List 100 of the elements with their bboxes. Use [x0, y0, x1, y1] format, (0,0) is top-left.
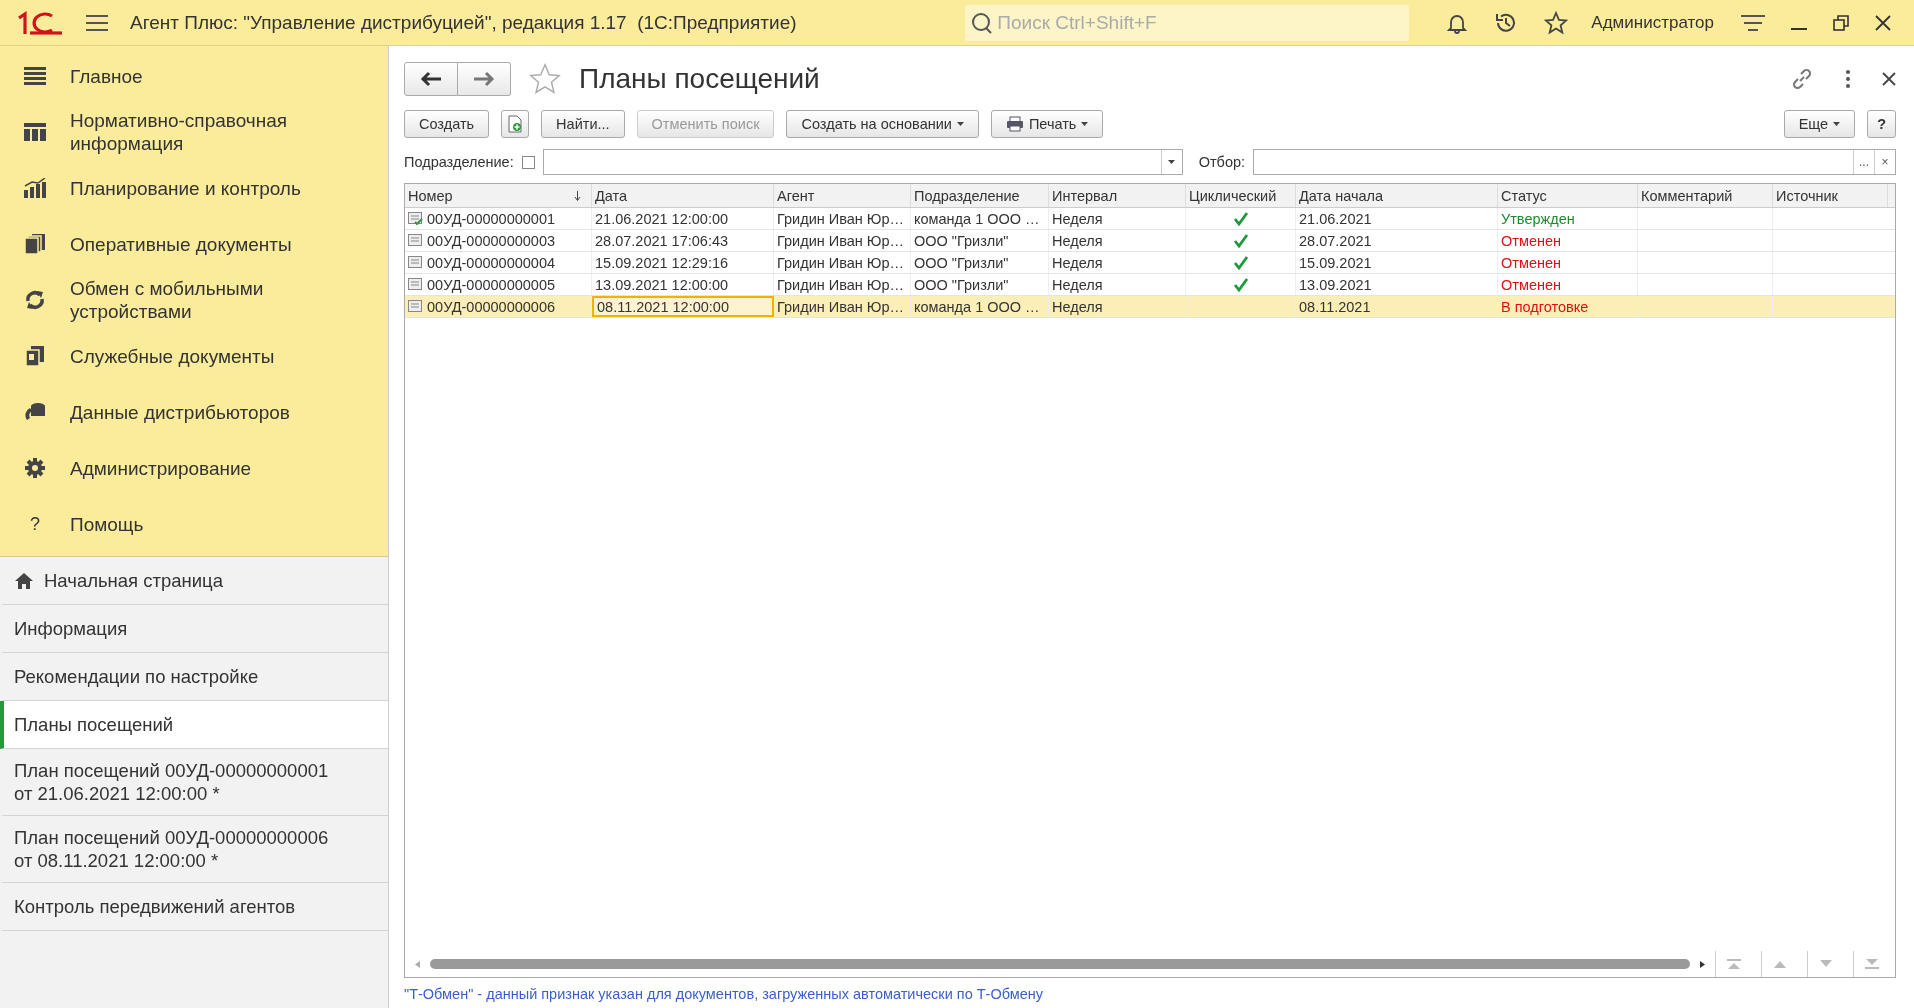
caret-icon — [1833, 122, 1841, 126]
section-item[interactable]: Оперативные документы — [0, 216, 388, 272]
table-cell: 08.11.2021 — [1296, 296, 1498, 317]
column-header[interactable]: Циклический — [1186, 184, 1296, 207]
section-item[interactable]: Планирование и контроль — [0, 160, 388, 216]
field-label: Отбор: — [1198, 154, 1246, 170]
status-cell: Отменен — [1498, 230, 1638, 251]
clear-button[interactable]: × — [1874, 150, 1895, 174]
add-document-icon — [507, 115, 524, 133]
scroll-right-icon[interactable] — [1700, 960, 1705, 968]
section-item[interactable]: Нормативно-справочная информация — [0, 104, 388, 160]
table-cell: ООО "Гризли" — [911, 274, 1049, 295]
column-header[interactable]: Интервал — [1049, 184, 1186, 207]
print-button[interactable]: Печать — [990, 110, 1104, 138]
star-icon[interactable] — [527, 62, 563, 96]
printer-icon — [1005, 116, 1024, 132]
section-item[interactable]: Данные дистрибьюторов — [0, 384, 388, 440]
column-header[interactable]: Статус — [1498, 184, 1638, 207]
user-name[interactable]: Администратор — [1591, 12, 1714, 33]
open-window-item[interactable]: План посещений 00УД-00000000001 от 21.06.2021 12:00:00 * — [0, 749, 388, 816]
back-arrow-icon — [420, 71, 442, 87]
open-window-item[interactable]: Контроль передвижений агентов — [0, 883, 388, 931]
close-icon[interactable] — [1882, 72, 1896, 86]
table-row[interactable]: 00УД-00000000006 08.11.2021 12:00:00 Гридин Иван Юр… команда 1 ООО … Неделя 08.11.2021 В подготовке — [405, 296, 1895, 318]
selection-field[interactable]: ... × — [1253, 149, 1896, 175]
sort-arrow-icon — [574, 190, 581, 201]
section-item[interactable]: Служебные документы — [0, 328, 388, 384]
open-window-item[interactable]: Информация — [0, 605, 388, 653]
table-cell: Гридин Иван Юр… — [774, 274, 911, 295]
column-header[interactable]: Подразделение — [911, 184, 1049, 207]
footnote-text: "Т-Обмен" - данный признак указан для документов, загруженных автоматически по Т-Обмену — [404, 985, 1044, 1004]
column-header[interactable]: Источник — [1773, 184, 1888, 207]
star-icon[interactable] — [1544, 10, 1569, 35]
copy-button[interactable] — [501, 110, 530, 138]
menu-icon[interactable] — [86, 13, 108, 32]
scrollbar-thumb[interactable] — [430, 959, 1690, 969]
open-window-item[interactable]: План посещений 00УД-00000000006 от 08.11.2021 12:00:00 * — [0, 816, 388, 883]
up-triangle-icon — [1772, 960, 1787, 968]
column-header[interactable]: Агент — [774, 184, 911, 207]
search-field[interactable]: Поиск Ctrl+Shift+F — [965, 4, 1410, 41]
table-cell: 28.07.2021 — [1296, 230, 1498, 251]
table-cell: 00УД-00000000004 — [427, 254, 556, 271]
table-cell: 15.09.2021 — [1296, 252, 1498, 273]
column-header[interactable]: Номер — [405, 184, 592, 207]
forward-button[interactable] — [458, 62, 511, 96]
table-row[interactable]: 00УД-00000000004 15.09.2021 12:29:16 Гридин Иван Юр… ООО "Гризли" Неделя 15.09.2021 Отменен — [405, 252, 1895, 274]
column-header[interactable]: Дата — [592, 184, 774, 207]
open-window-item[interactable]: Начальная страница — [0, 557, 388, 605]
bar-chart-icon — [24, 178, 46, 198]
forward-arrow-icon — [473, 71, 495, 87]
table-cell: 08.11.2021 12:00:00 — [592, 296, 774, 317]
table-cell: 00УД-00000000003 — [427, 232, 556, 249]
more-button[interactable]: Еще — [1783, 110, 1856, 138]
scroll-bottom-icon — [1864, 959, 1879, 969]
down-triangle-icon — [1818, 960, 1833, 968]
table-cell: Гридин Иван Юр… — [774, 252, 911, 273]
dropdown-icon — [1168, 160, 1176, 164]
close-icon[interactable] — [1875, 14, 1891, 31]
section-item[interactable]: Главное — [0, 48, 388, 104]
field-label: Подразделение: — [404, 154, 514, 170]
section-item[interactable]: Обмен с мобильными устройствами — [0, 272, 388, 328]
table-cell: Неделя — [1049, 296, 1186, 317]
status-cell: Отменен — [1498, 274, 1638, 295]
window-title: Агент Плюс: "Управление дистрибуцией", редакция 1.17 (1С:Предприятие) — [130, 11, 798, 34]
back-button[interactable] — [404, 62, 458, 96]
help-button[interactable]: ? — [1867, 110, 1896, 138]
table-cell: 21.06.2021 12:00:00 — [592, 208, 774, 229]
table-cell: 00УД-00000000001 — [427, 210, 556, 227]
toolbar-button[interactable]: Найти... — [541, 110, 625, 138]
table-row[interactable]: 00УД-00000000001 21.06.2021 12:00:00 Гридин Иван Юр… команда 1 ООО … Неделя 21.06.2021 Утвержден — [405, 208, 1895, 230]
table-cell: команда 1 ООО … — [911, 208, 1049, 229]
table-row[interactable]: 00УД-00000000003 28.07.2021 17:06:43 Гридин Иван Юр… ООО "Гризли" Неделя 28.07.2021 Отменен — [405, 230, 1895, 252]
checkbox[interactable] — [521, 155, 535, 169]
status-cell: Отменен — [1498, 252, 1638, 273]
department-field[interactable] — [542, 149, 1183, 175]
help-icon: ? — [24, 512, 46, 536]
table-cell: Гридин Иван Юр… — [774, 230, 911, 251]
select-button[interactable]: ... — [1853, 150, 1874, 174]
status-cell: Утвержден — [1498, 208, 1638, 229]
sync-icon — [24, 289, 46, 311]
table-cell: Гридин Иван Юр… — [774, 296, 911, 317]
scroll-top-icon — [1726, 959, 1741, 969]
section-item[interactable]: Администрирование — [0, 440, 388, 496]
open-window-item[interactable]: Планы посещений — [0, 701, 388, 749]
section-item[interactable]: ? Помощь — [0, 496, 388, 552]
create-based-on-button[interactable]: Создать на основании — [786, 110, 979, 138]
column-header[interactable]: Комментарий — [1638, 184, 1773, 207]
documents-icon — [24, 346, 46, 366]
search-icon — [971, 11, 994, 34]
database-icon — [24, 402, 46, 422]
column-header[interactable]: Дата начала — [1296, 184, 1498, 207]
link-icon[interactable] — [1790, 67, 1814, 91]
home-icon — [14, 571, 34, 590]
table-cell: ООО "Гризли" — [911, 230, 1049, 251]
table-cell: 15.09.2021 12:29:16 — [592, 252, 774, 273]
settings-menu-icon[interactable] — [1741, 13, 1765, 32]
restore-icon[interactable] — [1833, 14, 1849, 31]
table-cell: Гридин Иван Юр… — [774, 208, 911, 229]
toolbar-button[interactable]: Создать — [404, 110, 490, 138]
documents-icon — [24, 234, 46, 254]
